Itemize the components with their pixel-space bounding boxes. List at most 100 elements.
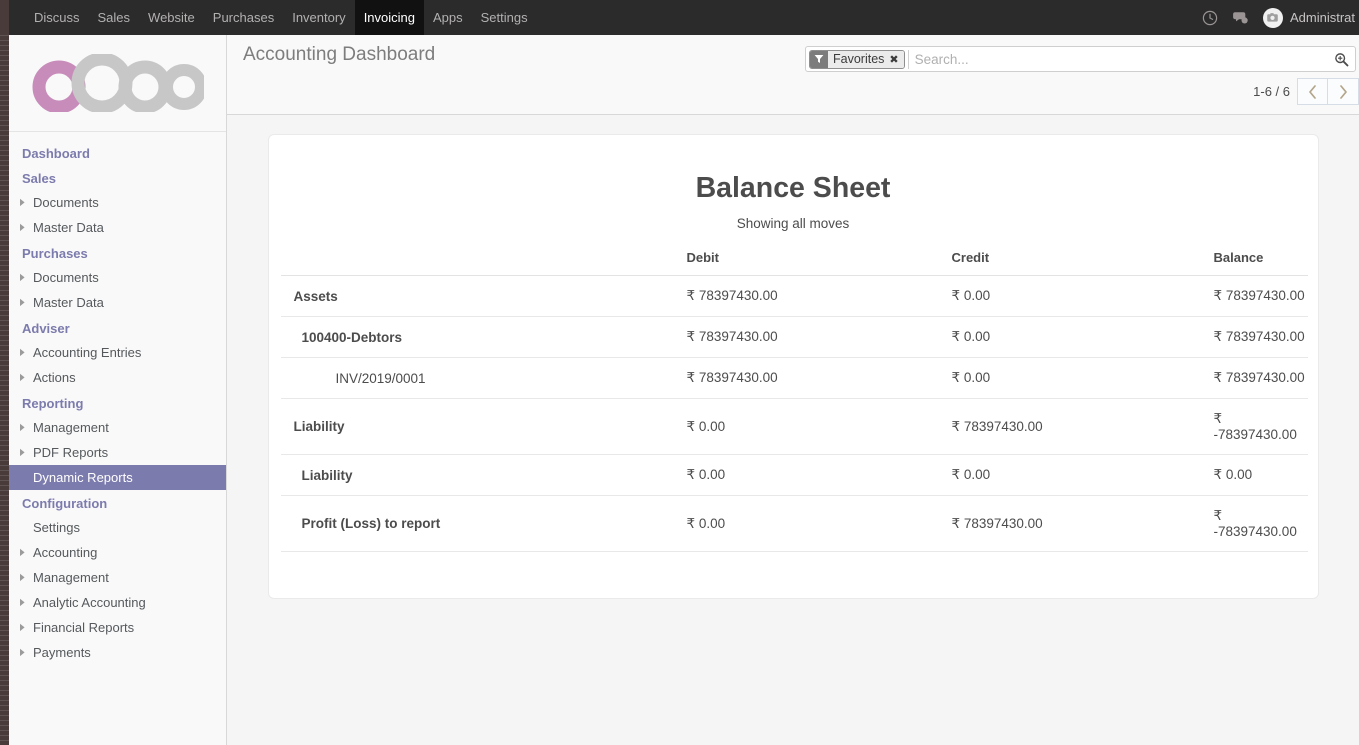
- chevron-right-icon: [19, 423, 31, 432]
- table-row[interactable]: 100400-Debtors ₹ 78397430.00 ₹ 0.00 ₹ 78397…: [280, 316, 1308, 358]
- cell-balance: ₹ 78397430.00: [1213, 275, 1308, 317]
- row-label[interactable]: INV/2019/0001: [280, 357, 687, 399]
- sidebar-item-analytic-accounting[interactable]: Analytic Accounting: [9, 590, 226, 615]
- sidebar-item-master-data[interactable]: Master Data: [9, 290, 226, 315]
- cell-balance: ₹ -78397430.00: [1213, 495, 1308, 552]
- chevron-right-icon: [19, 273, 31, 282]
- breadcrumb[interactable]: Accounting Dashboard: [243, 44, 435, 66]
- search-view[interactable]: Favorites ✖: [805, 46, 1356, 72]
- column-header-name: [280, 250, 687, 276]
- sidebar-section-adviser[interactable]: Adviser: [9, 315, 226, 340]
- sidebar-section-configuration[interactable]: Configuration: [9, 490, 226, 515]
- row-label[interactable]: 100400-Debtors: [280, 316, 687, 358]
- navbar-item-sales[interactable]: Sales: [89, 0, 140, 35]
- sidebar-item-label: Master Data: [33, 295, 104, 310]
- sidebar-item-dynamic-reports[interactable]: Dynamic Reports: [9, 465, 226, 490]
- navbar-item-website[interactable]: Website: [139, 0, 204, 35]
- sidebar-item-label: Actions: [33, 370, 76, 385]
- chat-icon[interactable]: [1232, 9, 1250, 27]
- search-input[interactable]: [907, 49, 1328, 69]
- column-header-balance: Balance: [1213, 250, 1308, 276]
- chevron-right-icon: [19, 373, 31, 382]
- sidebar-item-label: Settings: [33, 520, 80, 535]
- navbar-right-group: Administrat: [1201, 0, 1359, 35]
- odoo-logo[interactable]: [9, 35, 226, 132]
- sidebar-item-label: Documents: [33, 195, 99, 210]
- sidebar-item-label: Master Data: [33, 220, 104, 235]
- navbar-item-apps[interactable]: Apps: [424, 0, 472, 35]
- sidebar-item-management[interactable]: Management: [9, 415, 226, 440]
- sidebar-left-edge-strip: [0, 35, 9, 745]
- sidebar-item-documents[interactable]: Documents: [9, 190, 226, 215]
- sidebar-item-accounting[interactable]: Accounting: [9, 540, 226, 565]
- balance-sheet-table: Debit Credit Balance Assets ₹ 78397430.00 ₹ …: [280, 250, 1308, 552]
- navbar-item-purchases[interactable]: Purchases: [204, 0, 283, 35]
- sidebar-section-sales[interactable]: Sales: [9, 165, 226, 190]
- cell-debit: ₹ 0.00: [686, 398, 952, 455]
- search-facet-favorites[interactable]: Favorites ✖: [809, 49, 905, 69]
- sidebar-item-pdf-reports[interactable]: PDF Reports: [9, 440, 226, 465]
- sidebar-item-label: Accounting: [33, 545, 98, 560]
- sidebar-item-settings[interactable]: Settings: [9, 515, 226, 540]
- table-row[interactable]: INV/2019/0001 ₹ 78397430.00 ₹ 0.00 ₹ 783974…: [280, 357, 1308, 399]
- cell-credit: ₹ 78397430.00: [951, 398, 1214, 455]
- row-label[interactable]: Liability: [280, 454, 687, 496]
- sidebar-item-label: Management: [33, 570, 109, 585]
- sidebar-item-financial-reports[interactable]: Financial Reports: [9, 615, 226, 640]
- row-label[interactable]: Liability: [280, 398, 687, 455]
- pager-previous-button[interactable]: [1297, 78, 1328, 105]
- navbar-menu-list: Discuss Sales Website Purchases Inventory Inv…: [25, 0, 537, 35]
- pager-next-button[interactable]: [1328, 78, 1359, 105]
- navbar-item-inventory[interactable]: Inventory: [283, 0, 354, 35]
- chevron-right-icon: [19, 298, 31, 307]
- table-body: Assets ₹ 78397430.00 ₹ 0.00 ₹ 78397430.00 10…: [280, 275, 1308, 552]
- row-label[interactable]: Profit (Loss) to report: [280, 495, 687, 552]
- sidebar-item-management[interactable]: Management: [9, 565, 226, 590]
- report-card: Balance Sheet Showing all moves Debit Cre…: [267, 134, 1319, 599]
- search-facet-label: Favorites: [828, 50, 889, 68]
- report-scroll-area: Balance Sheet Showing all moves Debit Cre…: [227, 115, 1359, 745]
- cell-credit: ₹ 0.00: [951, 316, 1214, 358]
- table-row[interactable]: Assets ₹ 78397430.00 ₹ 0.00 ₹ 78397430.00: [280, 275, 1308, 317]
- cell-credit: ₹ 78397430.00: [951, 495, 1214, 552]
- sidebar-item-label: PDF Reports: [33, 445, 109, 460]
- report-title: Balance Sheet: [695, 172, 891, 204]
- clock-icon[interactable]: [1201, 9, 1219, 27]
- user-menu[interactable]: Administrat: [1262, 7, 1355, 28]
- sidebar-section-purchases[interactable]: Purchases: [9, 240, 226, 265]
- sidebar-item-label: Payments: [33, 645, 91, 660]
- row-label[interactable]: Assets: [280, 275, 687, 317]
- table-row[interactable]: Liability ₹ 0.00 ₹ 78397430.00 ₹ -78397430.…: [280, 398, 1308, 455]
- cell-credit: ₹ 0.00: [951, 275, 1214, 317]
- sidebar-item-label: Accounting Entries: [33, 345, 142, 360]
- sidebar-menu: Dashboard Sales Documents Master Data Purcha…: [9, 132, 226, 665]
- cell-balance: ₹ 78397430.00: [1213, 316, 1308, 358]
- sidebar-item-master-data[interactable]: Master Data: [9, 215, 226, 240]
- chevron-right-icon: [1339, 84, 1347, 99]
- sidebar-item-payments[interactable]: Payments: [9, 640, 226, 665]
- sidebar-item-actions[interactable]: Actions: [9, 365, 226, 390]
- cell-balance: ₹ 78397430.00: [1213, 357, 1308, 399]
- cell-debit: ₹ 0.00: [686, 495, 952, 552]
- navbar-item-invoicing[interactable]: Invoicing: [354, 0, 424, 35]
- sidebar-section-reporting[interactable]: Reporting: [9, 390, 226, 415]
- control-panel: Accounting Dashboard Favorites ✖ Search.…: [227, 35, 1359, 115]
- navbar-item-discuss[interactable]: Discuss: [25, 0, 89, 35]
- search-icon[interactable]: [1328, 52, 1355, 67]
- close-icon[interactable]: ✖: [888, 50, 904, 68]
- filter-icon: [810, 50, 828, 68]
- column-header-credit: Credit: [951, 250, 1214, 276]
- sidebar-item-accounting-entries[interactable]: Accounting Entries: [9, 340, 226, 365]
- chevron-right-icon: [19, 223, 31, 232]
- chevron-right-icon: [19, 598, 31, 607]
- sidebar-section-dashboard[interactable]: Dashboard: [9, 140, 226, 165]
- left-sidebar: Dashboard Sales Documents Master Data Purcha…: [9, 35, 227, 745]
- cell-credit: ₹ 0.00: [951, 454, 1214, 496]
- sidebar-item-label: Financial Reports: [33, 620, 135, 635]
- username-label: Administrat: [1289, 10, 1355, 25]
- navbar-item-settings[interactable]: Settings: [472, 0, 537, 35]
- table-row[interactable]: Liability ₹ 0.00 ₹ 0.00 ₹ 0.00: [280, 454, 1308, 496]
- sidebar-item-documents[interactable]: Documents: [9, 265, 226, 290]
- table-row[interactable]: Profit (Loss) to report ₹ 0.00 ₹ 78397430.…: [280, 495, 1308, 552]
- cell-debit: ₹ 0.00: [686, 454, 952, 496]
